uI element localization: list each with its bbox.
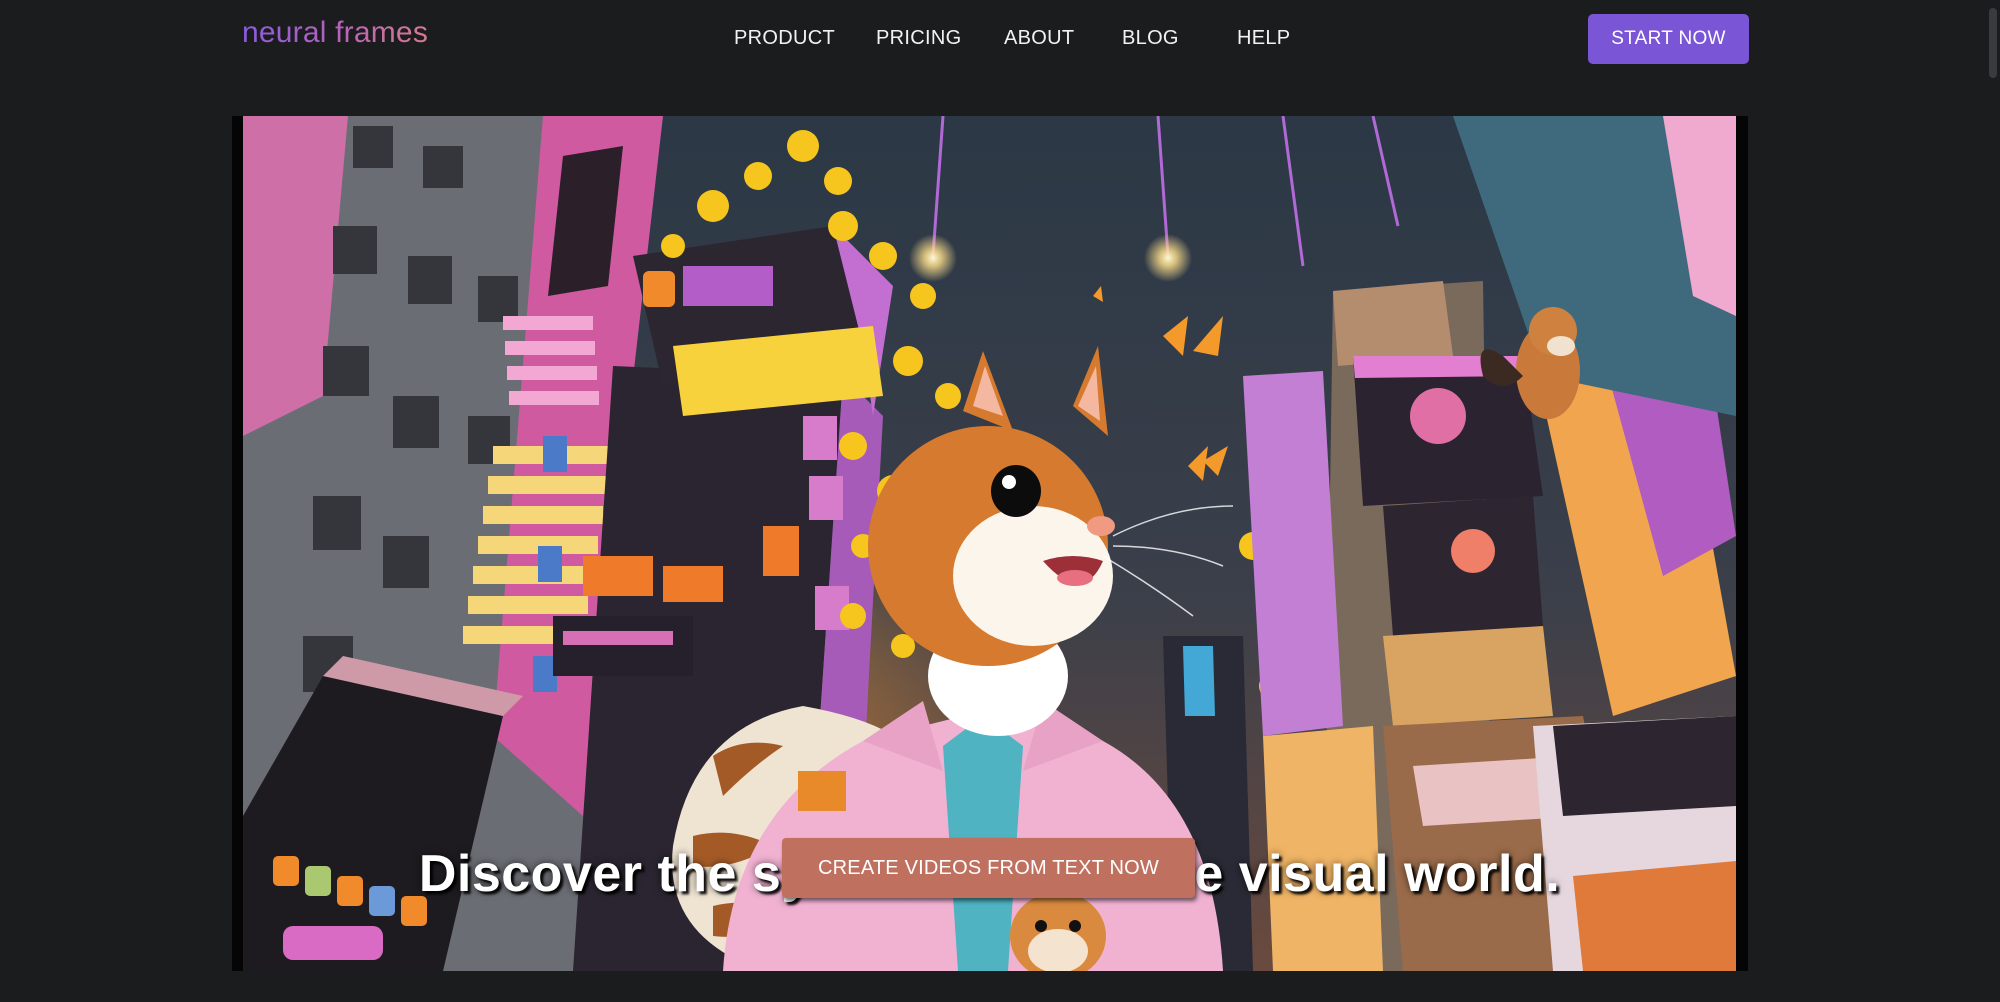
nav-item-pricing[interactable]: PRICING: [876, 27, 961, 50]
scrollbar[interactable]: [1986, 0, 2000, 1002]
nav-item-blog[interactable]: BLOG: [1122, 27, 1179, 50]
nav-item-help[interactable]: HELP: [1237, 27, 1290, 50]
create-videos-button[interactable]: CREATE VIDEOS FROM TEXT NOW: [782, 838, 1195, 898]
hero-section: Discover the synthesizer for the visual …: [243, 116, 1736, 971]
start-now-button[interactable]: START NOW: [1588, 14, 1749, 64]
top-navigation: neural frames PRODUCT PRICING ABOUT BLOG…: [0, 0, 2000, 80]
nav-item-about[interactable]: ABOUT: [1004, 27, 1074, 50]
nav-item-product[interactable]: PRODUCT: [734, 27, 835, 50]
scrollbar-thumb[interactable]: [1989, 8, 1997, 78]
